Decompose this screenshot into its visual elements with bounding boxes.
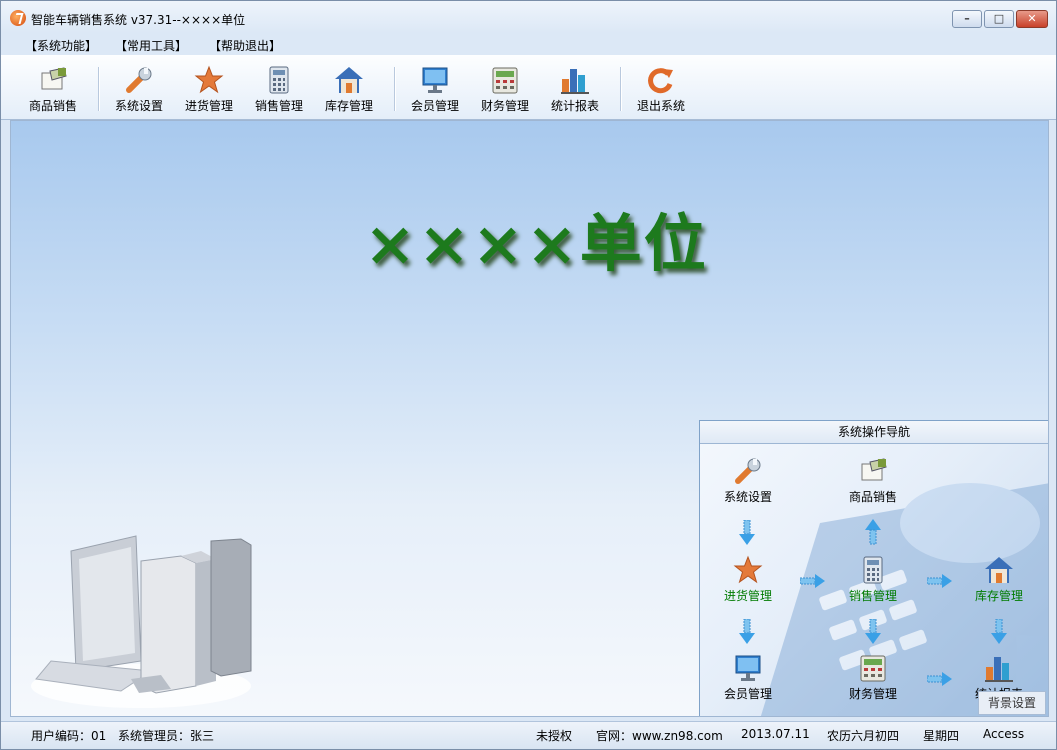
status-date: 2013.07.11: [741, 727, 810, 741]
menu-system-functions[interactable]: 【系统功能】: [25, 37, 97, 54]
arrow-right-icon: [927, 672, 952, 686]
status-license: 未授权: [536, 729, 573, 743]
toolbar-label: 商品销售: [28, 99, 77, 113]
arrow-down-icon: [865, 619, 881, 644]
toolbar-statistics-report-button[interactable]: 统计报表: [543, 61, 607, 115]
nav-node-label: 系统设置: [723, 490, 772, 504]
hand-card-icon: [858, 456, 888, 486]
arrow-right-icon: [800, 574, 825, 588]
toolbar-purchase-management-button[interactable]: 进货管理: [177, 61, 241, 115]
maximize-icon: □: [993, 12, 1005, 25]
toolbar-label: 财务管理: [480, 99, 529, 113]
arrow-down-icon: [991, 619, 1007, 644]
window-controls: – □ ✕: [952, 10, 1048, 28]
arrow-up-icon: [865, 519, 881, 545]
toolbar-separator: [98, 67, 100, 111]
company-headline: ××××单位: [364, 207, 708, 280]
status-bar: 用户编码：01 系统管理员：张三 未授权 官网：www.zn98.com 201…: [1, 721, 1056, 749]
status-weekday: 星期四: [923, 729, 960, 743]
toolbar-separator: [620, 67, 622, 111]
nav-purchase-management[interactable]: 进货管理: [703, 555, 793, 604]
star-icon: [733, 555, 763, 585]
nav-node-label: 财务管理: [848, 687, 897, 701]
computers-illustration: [31, 535, 252, 708]
maximize-button[interactable]: □: [984, 10, 1014, 28]
toolbar-label: 系统设置: [114, 99, 163, 113]
calculator-icon: [264, 65, 294, 95]
toolbar-sales-management-button[interactable]: 销售管理: [247, 61, 311, 115]
toolbar-label: 会员管理: [410, 99, 459, 113]
app-window: 智能车辆销售系统 v37.31--××××单位 – □ ✕ 【系统功能】 【常用…: [0, 0, 1057, 750]
window-title: 智能车辆销售系统 v37.31--××××单位: [31, 13, 246, 27]
toolbar-label: 退出系统: [636, 99, 685, 113]
cash-register-icon: [490, 65, 520, 95]
cash-register-icon: [858, 653, 888, 683]
status-lunar-date: 农历六月初四: [827, 729, 900, 743]
nav-finance-management[interactable]: 财务管理: [828, 653, 918, 702]
minimize-icon: –: [964, 12, 970, 25]
status-admin: 系统管理员：张三: [118, 729, 215, 743]
star-icon: [194, 65, 224, 95]
nav-node-label: 进货管理: [723, 589, 772, 603]
toolbar-system-settings-button[interactable]: 系统设置: [107, 61, 171, 115]
monitor-icon: [733, 653, 763, 683]
monitor-icon: [420, 65, 450, 95]
nav-product-sales[interactable]: 商品销售: [828, 456, 918, 505]
status-website[interactable]: 官网：www.zn98.com: [596, 727, 723, 744]
toolbar-exit-system-button[interactable]: 退出系统: [629, 61, 693, 115]
toolbar-product-sales-button[interactable]: 商品销售: [21, 61, 85, 115]
bar-chart-icon: [560, 65, 590, 95]
wrench-icon: [733, 456, 763, 486]
app-logo-icon: [10, 10, 26, 26]
refresh-icon: [646, 65, 676, 95]
toolbar-label: 库存管理: [324, 99, 373, 113]
wrench-icon: [124, 65, 154, 95]
background-settings-button[interactable]: 背景设置: [978, 691, 1046, 715]
nav-node-label: 库存管理: [974, 589, 1023, 603]
minimize-button[interactable]: –: [952, 10, 982, 28]
nav-member-management[interactable]: 会员管理: [703, 653, 793, 702]
toolbar-inventory-management-button[interactable]: 库存管理: [317, 61, 381, 115]
nav-panel-title: 系统操作导航: [700, 421, 1048, 444]
toolbar-separator: [394, 67, 396, 111]
menu-bar: 【系统功能】 【常用工具】 【帮助退出】: [1, 33, 1056, 55]
toolbar-label: 销售管理: [254, 99, 303, 113]
arrow-down-icon: [739, 619, 755, 644]
close-icon: ✕: [1027, 12, 1037, 25]
house-icon: [984, 555, 1014, 585]
nav-node-label: 商品销售: [848, 490, 897, 504]
operation-navigation-panel: 系统操作导航 系统设置 商品销售 进货管理 销售管理 库存管理 会员管理 财务管…: [699, 420, 1048, 716]
toolbar: 商品销售 系统设置 进货管理 销售管理 库存管理 会员管理 财务管理 统计报表 …: [1, 55, 1056, 120]
house-icon: [334, 65, 364, 95]
toolbar-member-management-button[interactable]: 会员管理: [403, 61, 467, 115]
nav-sales-management[interactable]: 销售管理: [828, 555, 918, 604]
bar-chart-icon: [984, 653, 1014, 683]
calculator-icon: [858, 555, 888, 585]
nav-inventory-management[interactable]: 库存管理: [954, 555, 1044, 604]
hand-card-icon: [38, 65, 68, 95]
arrow-right-icon: [927, 574, 952, 588]
nav-node-label: 会员管理: [723, 687, 772, 701]
nav-system-settings[interactable]: 系统设置: [703, 456, 793, 505]
status-user-code: 用户编码：01: [31, 729, 107, 743]
arrow-down-icon: [739, 520, 755, 545]
main-content: ××××单位 系统操作导航 系统设置 商品销售 进货管理 销售管理 库存管理 会…: [10, 120, 1049, 717]
menu-help-exit[interactable]: 【帮助退出】: [209, 37, 281, 54]
close-button[interactable]: ✕: [1016, 10, 1048, 28]
nav-node-label: 销售管理: [848, 589, 897, 603]
toolbar-label: 统计报表: [550, 99, 599, 113]
menu-common-tools[interactable]: 【常用工具】: [115, 37, 187, 54]
status-database: Access: [983, 727, 1025, 741]
title-bar: 智能车辆销售系统 v37.31--××××单位 – □ ✕: [1, 1, 1056, 33]
toolbar-finance-management-button[interactable]: 财务管理: [473, 61, 537, 115]
toolbar-label: 进货管理: [184, 99, 233, 113]
